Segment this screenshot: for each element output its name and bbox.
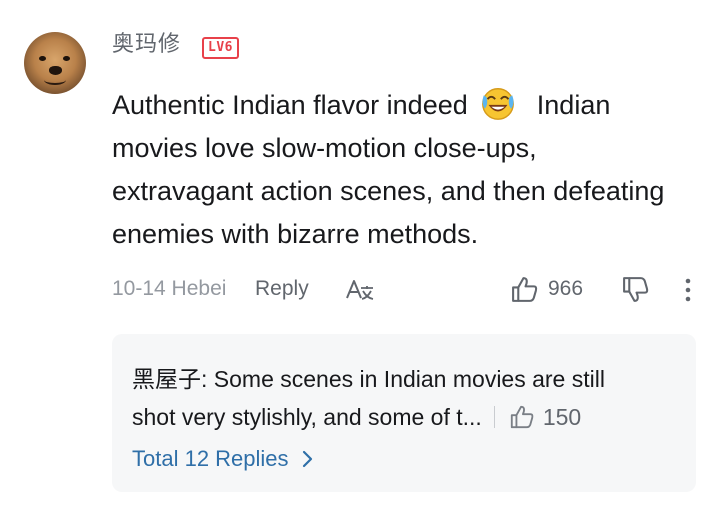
reply-divider [493, 406, 495, 428]
like-count: 966 [548, 277, 584, 300]
more-options-icon[interactable] [682, 276, 694, 304]
reply-thumbs-up-icon[interactable] [509, 404, 535, 430]
reply-preview-line2-row: shot very stylishly, and some of t... 15… [132, 398, 672, 436]
thumbs-up-icon[interactable] [510, 275, 539, 304]
reply-button[interactable]: Reply [255, 274, 309, 304]
reply-preview-line2: shot very stylishly, and some of t... [132, 404, 482, 430]
comment-text-part1: Authentic Indian flavor indeed [112, 90, 468, 120]
comment-meta: 10-14 Hebei Reply [112, 274, 309, 304]
reply-preview-box[interactable]: 黑屋子: Some scenes in Indian movies are st… [112, 334, 696, 492]
avatar[interactable] [24, 32, 86, 94]
laughing-crying-emoji-icon [482, 88, 515, 120]
avatar-eye-right [63, 56, 70, 61]
avatar-eye-left [39, 56, 46, 61]
translate-icon[interactable] [345, 278, 375, 302]
chevron-right-icon [302, 450, 312, 468]
avatar-nose [49, 66, 62, 75]
level-badge: LV6 [202, 37, 239, 59]
reply-preview-text: 黑屋子: Some scenes in Indian movies are st… [132, 360, 672, 436]
date-location: 10-14 Hebei [112, 277, 227, 300]
username[interactable]: 奥玛修 [112, 30, 181, 60]
thumbs-down-icon[interactable] [621, 275, 650, 304]
comment-text: Authentic Indian flavor indeed Indian mo… [112, 84, 672, 256]
avatar-mouth [44, 75, 66, 85]
total-replies-label: Total 12 Replies [132, 446, 289, 471]
reply-preview-line1: 黑屋子: Some scenes in Indian movies are st… [132, 366, 605, 392]
total-replies-link[interactable]: Total 12 Replies [132, 444, 315, 474]
reply-like-count: 150 [542, 404, 582, 430]
